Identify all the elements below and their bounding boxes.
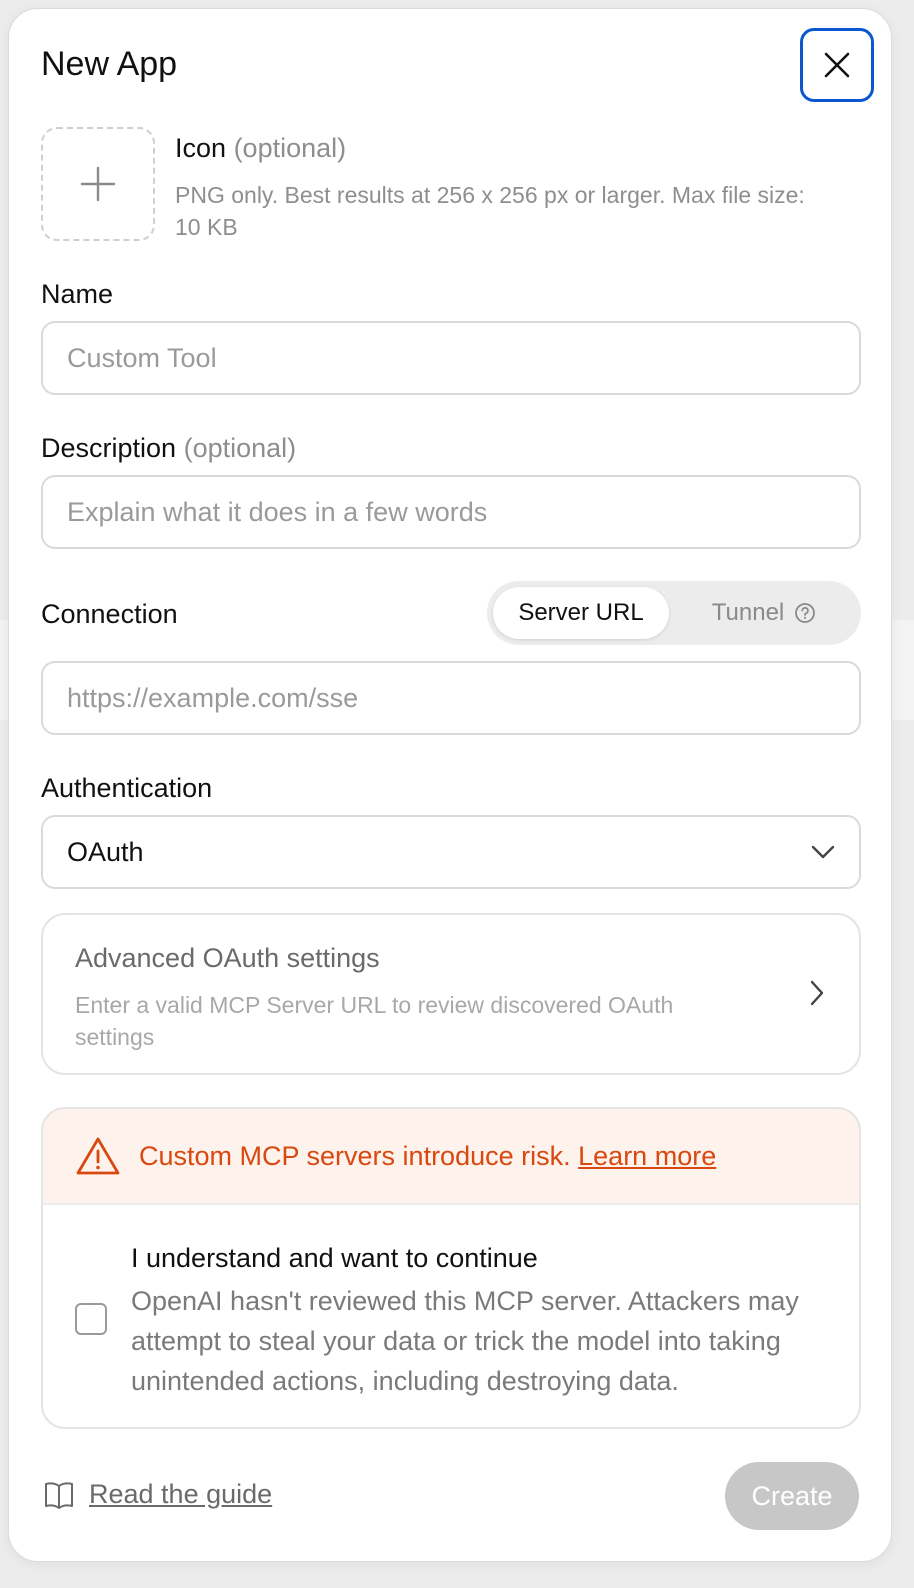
icon-field-label: Icon (optional) (175, 133, 346, 164)
new-app-dialog: New App Icon (optional) PNG only. Best r… (8, 8, 892, 1562)
advanced-oauth-subtitle: Enter a valid MCP Server URL to review d… (75, 992, 674, 1050)
read-guide-label: Read the guide (89, 1479, 273, 1509)
server-url-option[interactable]: Server URL (493, 587, 669, 639)
description-label-text: Description (41, 433, 177, 463)
risk-acknowledgement-card: Custom MCP servers introduce risk. Learn… (41, 1107, 861, 1429)
create-button[interactable]: Create (725, 1462, 859, 1530)
read-guide-link[interactable]: Read the guide (43, 1479, 272, 1510)
book-icon (45, 1481, 73, 1509)
acknowledge-description: OpenAI hasn't reviewed this MCP server. … (131, 1286, 799, 1396)
risk-warning-message: Custom MCP servers introduce risk. (139, 1140, 571, 1171)
close-button[interactable] (800, 28, 874, 102)
optional-tag: (optional) (183, 433, 297, 463)
authentication-selected-value: OAuth (67, 836, 144, 867)
description-label: Description (optional) (41, 433, 296, 464)
name-label: Name (41, 279, 114, 309)
connection-label: Connection (41, 599, 178, 629)
icon-label-text: Icon (175, 133, 227, 163)
warning-triangle-icon (76, 1137, 120, 1175)
acknowledge-title: I understand and want to continue (131, 1243, 538, 1273)
chevron-right-icon (810, 980, 824, 1006)
help-circle-icon (795, 603, 816, 623)
advanced-oauth-settings[interactable]: Advanced OAuth settings Enter a valid MC… (41, 913, 861, 1075)
tunnel-option-label: Tunnel (711, 599, 785, 626)
risk-warning-banner: Custom MCP servers introduce risk. Learn… (43, 1109, 859, 1205)
connection-type-toggle: Server URL Tunnel (487, 581, 861, 645)
name-input[interactable] (41, 321, 861, 395)
close-icon (824, 52, 850, 78)
icon-help-text: PNG only. Best results at 256 x 256 px o… (175, 182, 805, 240)
advanced-oauth-title: Advanced OAuth settings (75, 943, 380, 973)
learn-more-link[interactable]: Learn more (578, 1141, 716, 1171)
chevron-down-icon (811, 845, 835, 859)
risk-warning-text: Custom MCP servers introduce risk. Learn… (139, 1141, 716, 1172)
optional-tag: (optional) (233, 133, 347, 163)
tunnel-option[interactable]: Tunnel (673, 587, 855, 639)
icon-upload-dropzone[interactable] (41, 127, 155, 241)
authentication-label: Authentication (41, 773, 213, 803)
acknowledge-checkbox[interactable] (75, 1303, 107, 1335)
authentication-select[interactable]: OAuth (41, 815, 861, 889)
dialog-title: New App (41, 45, 178, 83)
plus-icon (80, 166, 116, 202)
server-url-input[interactable] (41, 661, 861, 735)
description-input[interactable] (41, 475, 861, 549)
